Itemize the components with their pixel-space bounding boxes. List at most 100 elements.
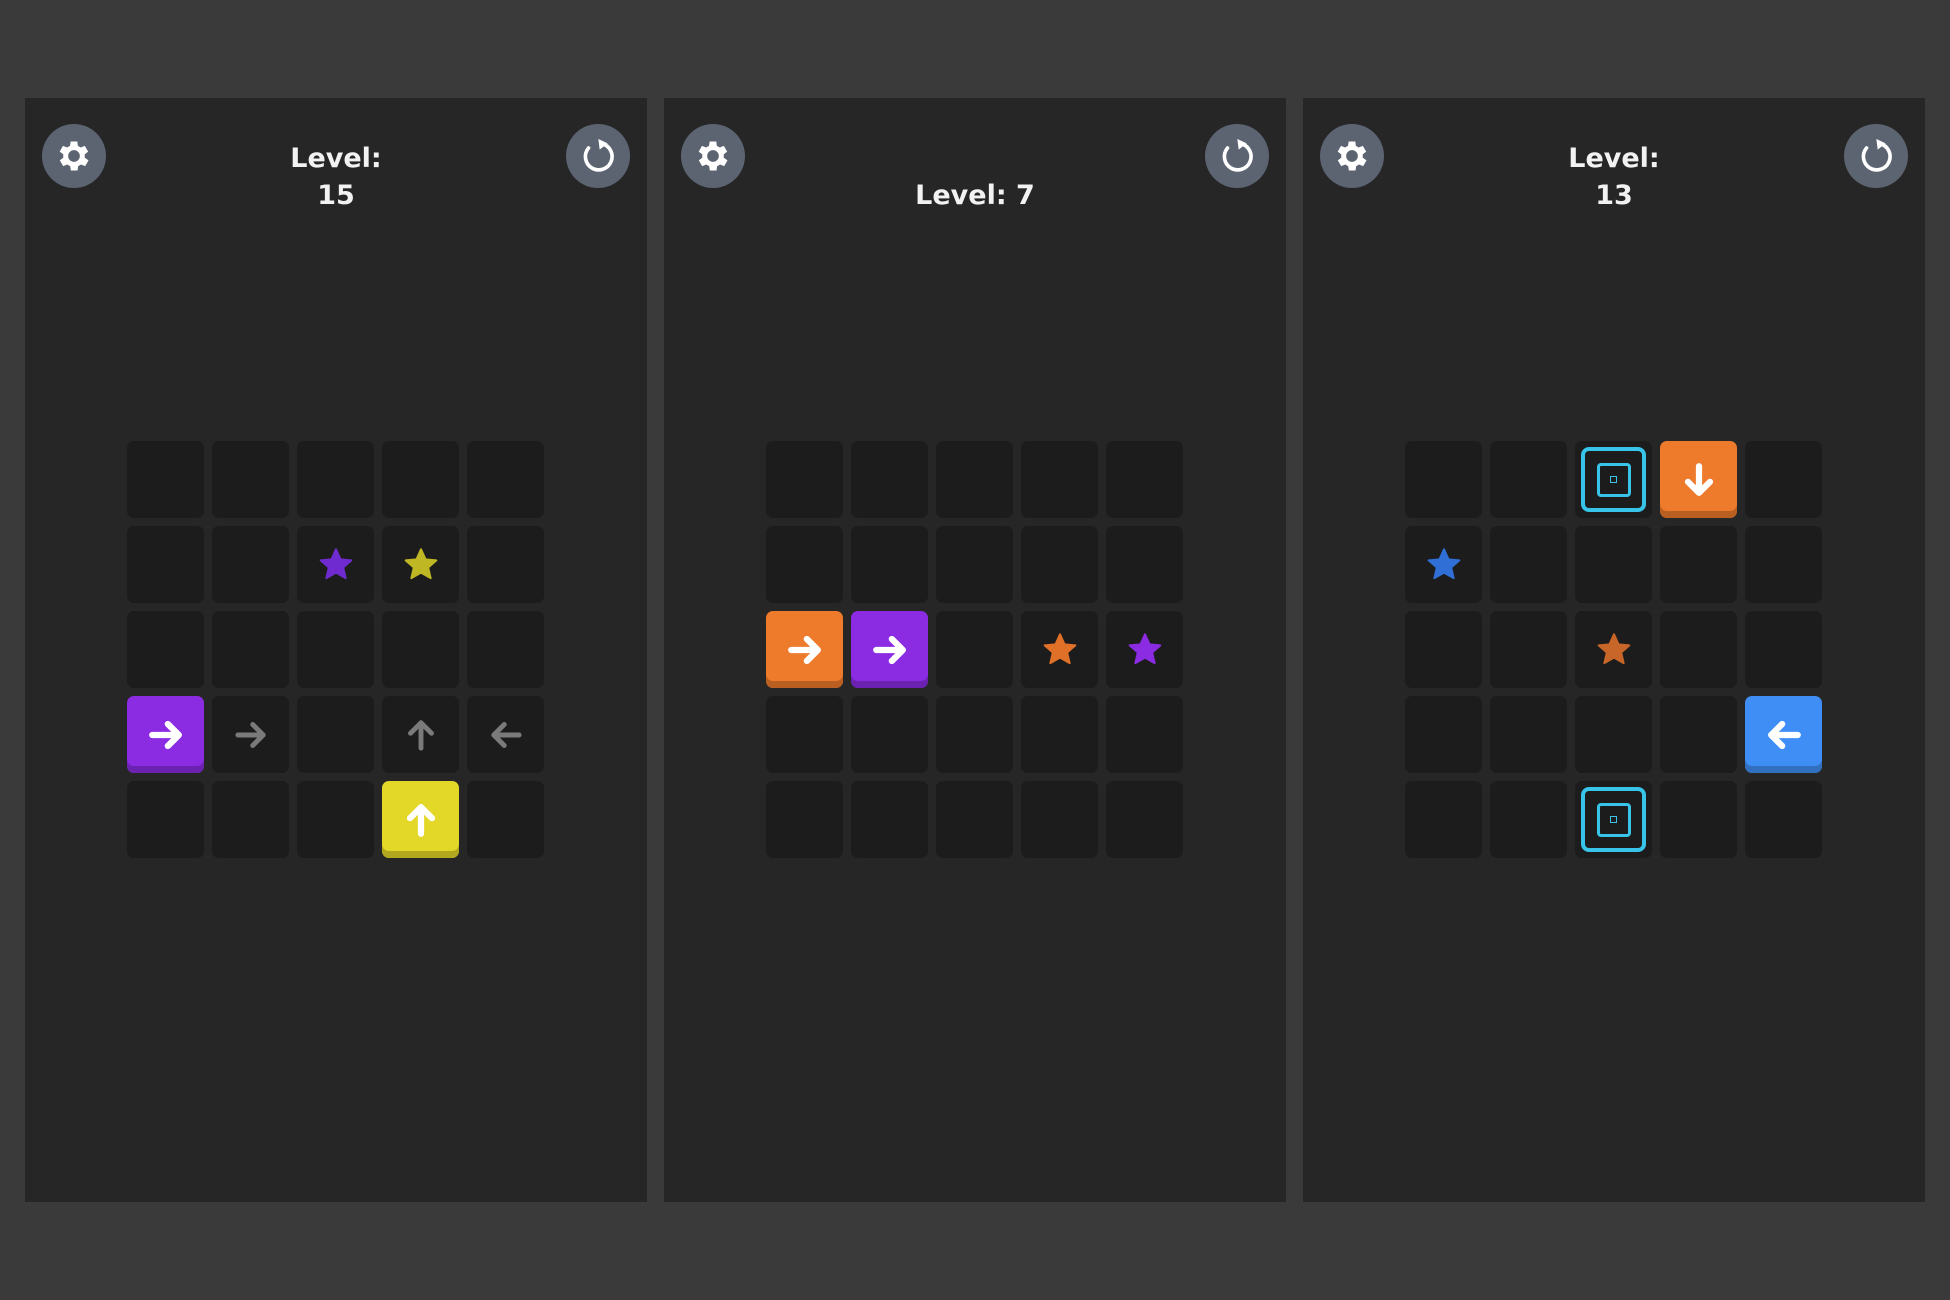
arrow-block[interactable] [1660,441,1737,518]
portal-cell [1575,781,1652,858]
game-board [766,441,1183,858]
grid-cell [1106,526,1183,603]
game-board [1405,441,1822,858]
grid-cell [1405,696,1482,773]
arrow-down-icon [1684,462,1713,496]
arrow-right-icon [234,721,266,748]
star-icon [1597,632,1630,664]
grid-cell [936,696,1013,773]
level-label: Level: [290,143,382,174]
star-icon [1043,632,1076,664]
restart-button[interactable] [566,124,630,188]
level-number: 15 [317,180,355,211]
grid-cell [297,611,374,688]
game-screen-level-15: Level: 15 [25,98,647,1202]
arrow-right-icon [872,635,906,664]
level-text: Level: 7 [915,180,1035,211]
restart-button[interactable] [1844,124,1908,188]
arrow-block[interactable] [1745,696,1822,773]
grid-cell [936,781,1013,858]
restart-icon [1222,139,1253,172]
direction-hint-cell [212,696,289,773]
arrow-block[interactable] [127,696,204,773]
grid-cell [851,526,928,603]
grid-cell [127,526,204,603]
grid-cell [936,611,1013,688]
grid-cell [851,781,928,858]
portal-icon [1581,787,1646,852]
level-indicator: Level: 7 [664,177,1286,214]
grid-cell [766,781,843,858]
restart-button[interactable] [1205,124,1269,188]
arrow-up-icon [406,803,435,837]
arrow-right-icon [787,635,821,664]
game-screen-level-7: Level: 7 [664,98,1286,1202]
grid-cell [382,441,459,518]
grid-cell [467,526,544,603]
grid-cell [1021,696,1098,773]
grid-cell [1745,611,1822,688]
arrow-up-icon [407,719,434,751]
grid-cell [766,696,843,773]
star-cell [1021,611,1098,688]
level-label: Level: [1568,143,1660,174]
arrow-block[interactable] [851,611,928,688]
star-icon [319,547,352,579]
grid-cell [1106,781,1183,858]
grid-cell [936,526,1013,603]
grid-cell [382,611,459,688]
restart-icon [1861,139,1892,172]
star-cell [1106,611,1183,688]
grid-cell [936,441,1013,518]
arrow-block[interactable] [766,611,843,688]
game-board [127,441,544,858]
grid-cell [212,611,289,688]
grid-cell [212,441,289,518]
star-icon [1128,632,1161,664]
grid-cell [1660,611,1737,688]
grid-cell [1405,611,1482,688]
star-cell [1575,611,1652,688]
star-cell [297,526,374,603]
grid-cell [1745,781,1822,858]
grid-cell [1405,781,1482,858]
grid-cell [467,441,544,518]
star-icon [1427,547,1460,579]
portal-icon [1581,447,1646,512]
arrow-left-icon [490,721,522,748]
grid-cell [1660,696,1737,773]
grid-cell [1405,441,1482,518]
grid-cell [467,781,544,858]
grid-cell [766,441,843,518]
star-cell [1405,526,1482,603]
portal-cell [1575,441,1652,518]
grid-cell [1106,441,1183,518]
grid-cell [1490,611,1567,688]
grid-cell [127,611,204,688]
grid-cell [212,781,289,858]
grid-cell [1490,781,1567,858]
grid-cell [851,441,928,518]
grid-cell [1660,526,1737,603]
grid-cell [127,781,204,858]
grid-cell [1575,696,1652,773]
grid-cell [1745,441,1822,518]
grid-cell [297,696,374,773]
grid-cell [297,441,374,518]
level-indicator: Level: 15 [25,140,647,214]
arrow-left-icon [1767,720,1801,749]
direction-hint-cell [382,696,459,773]
arrow-block[interactable] [382,781,459,858]
restart-icon [583,139,614,172]
level-number: 13 [1595,180,1633,211]
grid-cell [1745,526,1822,603]
level-indicator: Level: 13 [1303,140,1925,214]
grid-cell [1490,441,1567,518]
game-screen-level-13: Level: 13 [1303,98,1925,1202]
grid-cell [467,611,544,688]
grid-cell [1490,526,1567,603]
grid-cell [1021,781,1098,858]
gear-icon [698,141,728,171]
star-cell [382,526,459,603]
grid-cell [851,696,928,773]
